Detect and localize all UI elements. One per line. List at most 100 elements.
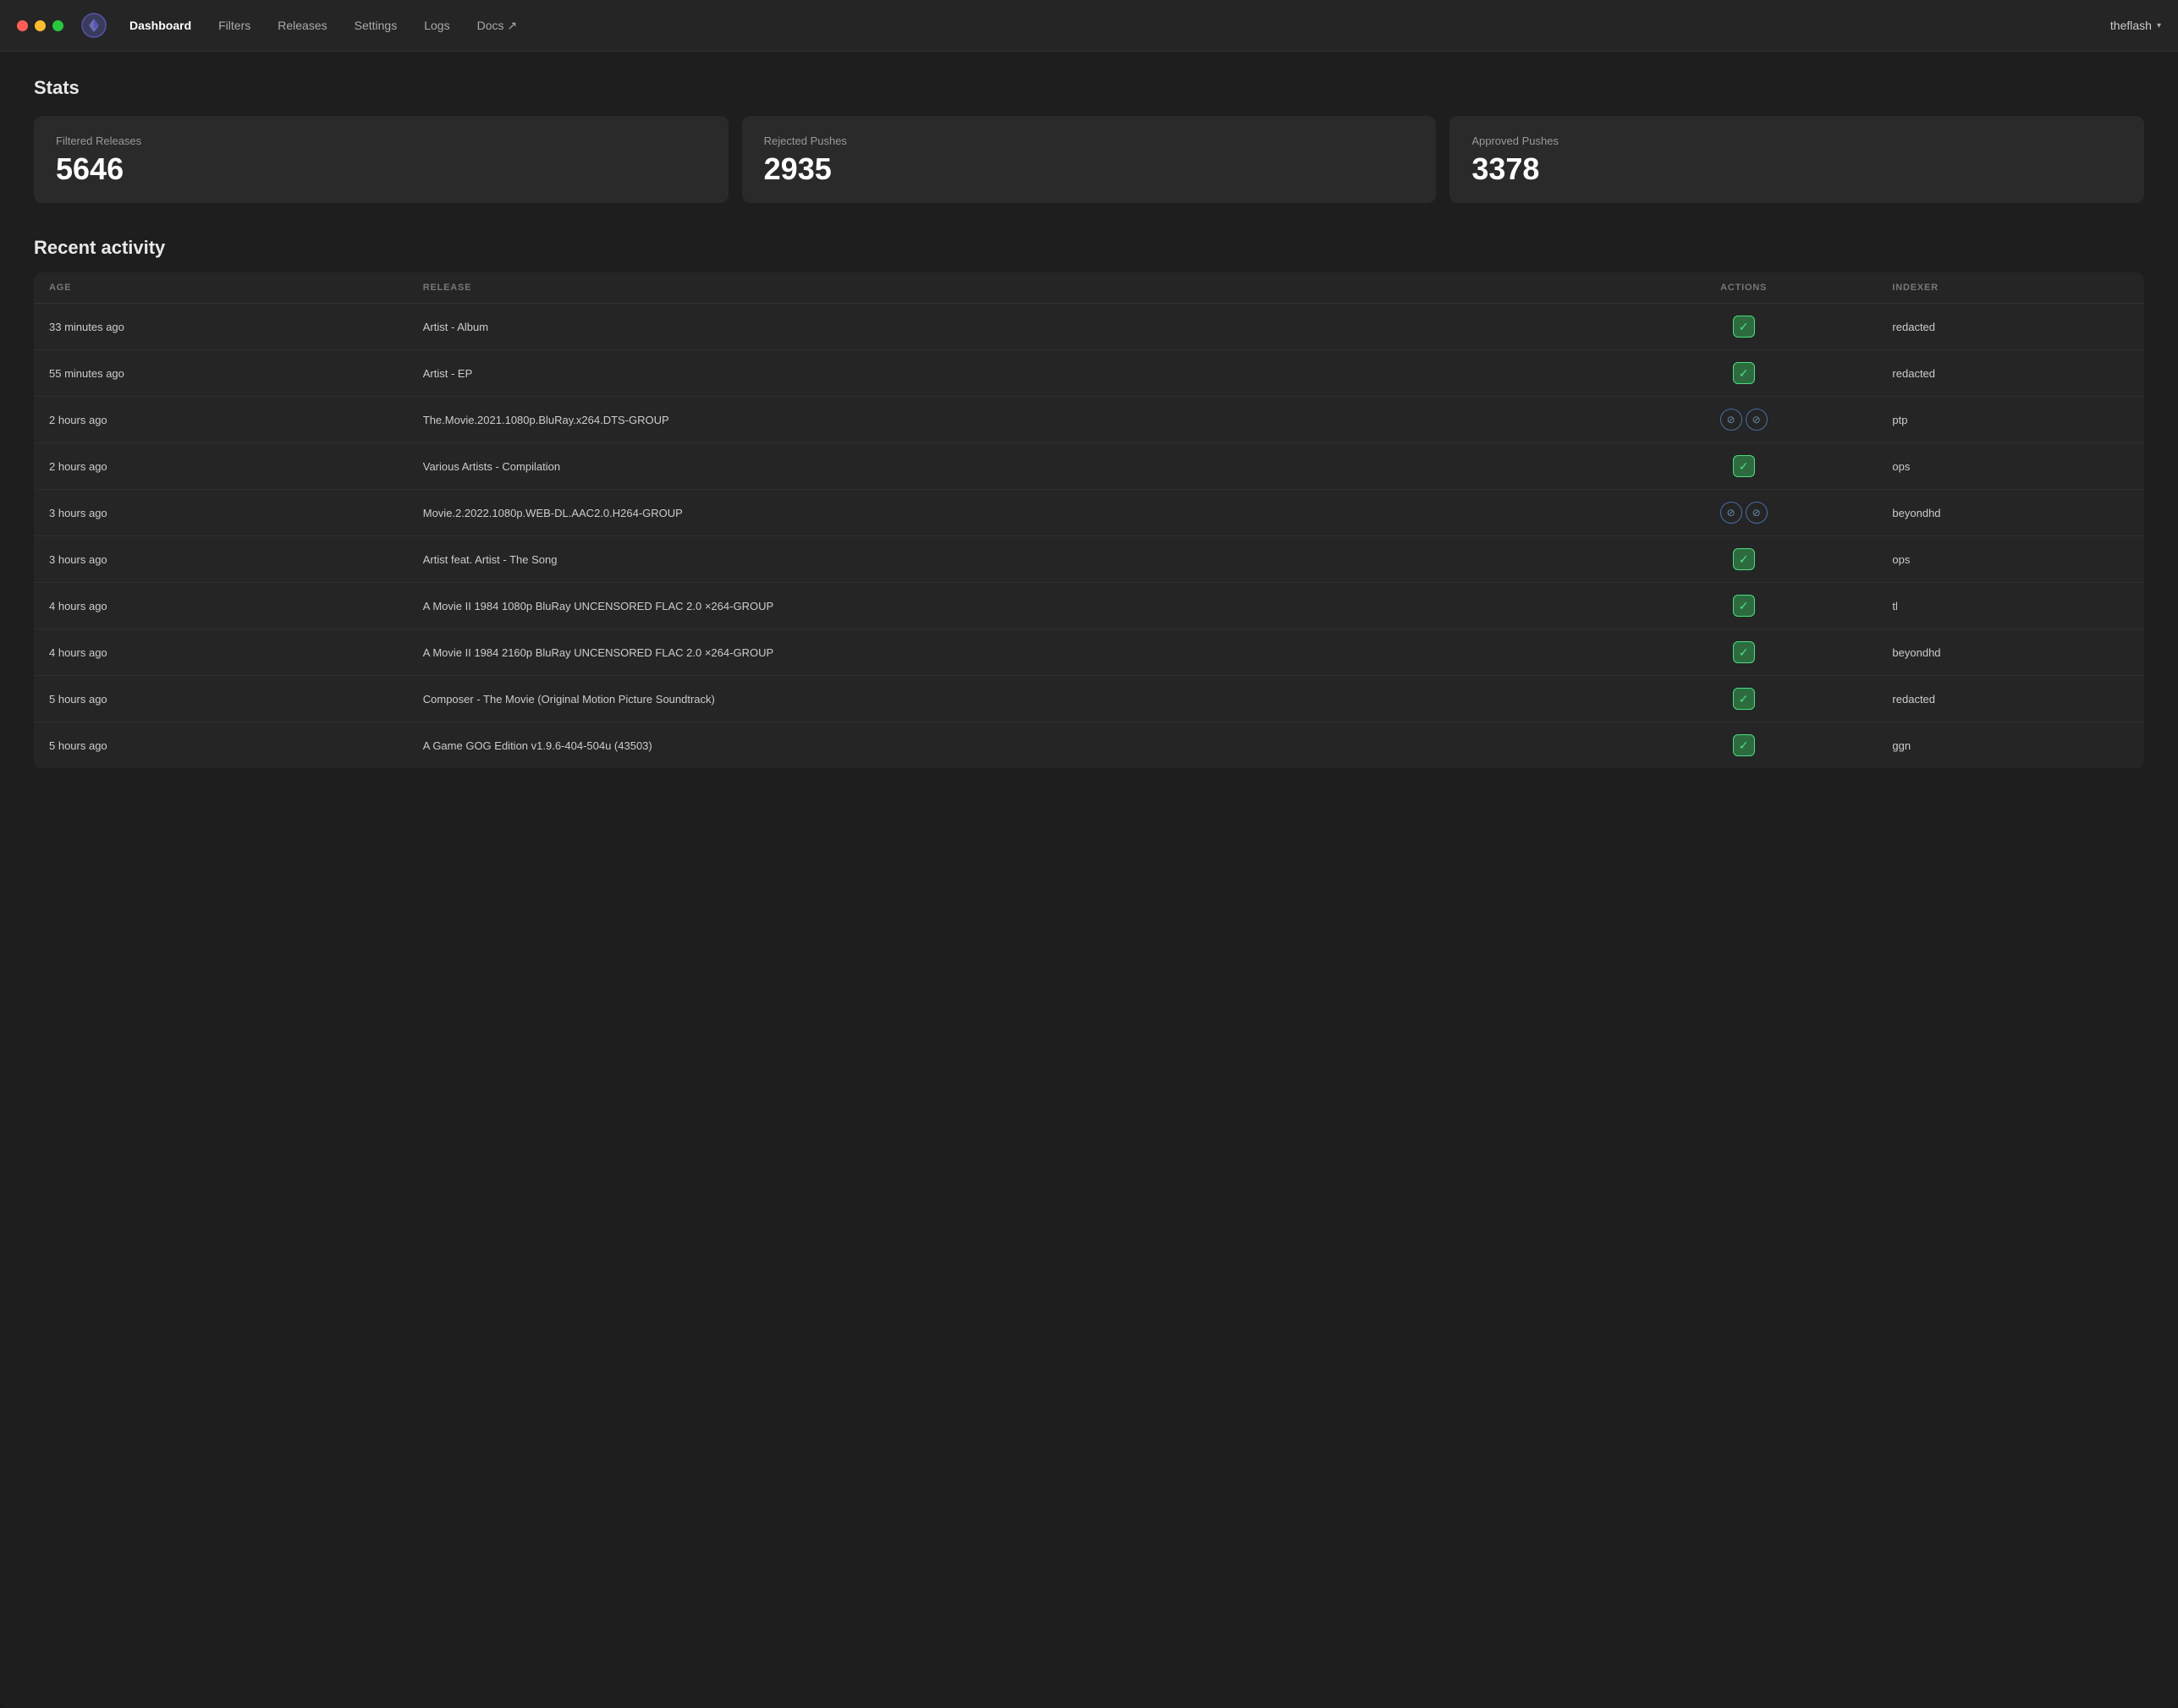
indexer-cell: ggn (1877, 722, 2144, 769)
close-button[interactable] (17, 20, 28, 31)
table-row: 5 hours agoComposer - The Movie (Origina… (34, 676, 2144, 722)
indexer-cell: beyondhd (1877, 490, 2144, 536)
stat-card-filtered: Filtered Releases 5646 (34, 116, 729, 203)
actions-cell: ✓ (1610, 443, 1878, 490)
release-cell: A Movie II 1984 1080p BluRay UNCENSORED … (408, 583, 1610, 629)
age-cell: 55 minutes ago (34, 350, 408, 397)
stat-label-approved: Approved Pushes (1471, 135, 2122, 147)
stats-title: Stats (34, 77, 2144, 99)
table-row: 2 hours agoVarious Artists - Compilation… (34, 443, 2144, 490)
indexer-cell: ptp (1877, 397, 2144, 443)
table-row: 33 minutes agoArtist - Album ✓ redacted (34, 304, 2144, 350)
activity-table-body: 33 minutes agoArtist - Album✓redacted55 … (34, 304, 2144, 769)
release-cell: A Game GOG Edition v1.9.6-404-504u (4350… (408, 722, 1610, 769)
col-release: RELEASE (408, 272, 1610, 304)
rejected-icon[interactable]: ⊘ (1746, 409, 1768, 431)
release-cell: Various Artists - Compilation (408, 443, 1610, 490)
release-cell: Artist feat. Artist - The Song (408, 536, 1610, 583)
col-age: AGE (34, 272, 408, 304)
nav-filters[interactable]: Filters (206, 14, 262, 37)
table-row: 4 hours agoA Movie II 1984 1080p BluRay … (34, 583, 2144, 629)
table-row: 4 hours agoA Movie II 1984 2160p BluRay … (34, 629, 2144, 676)
indexer-cell: ops (1877, 443, 2144, 490)
nav-docs[interactable]: Docs ↗ (465, 14, 530, 38)
age-cell: 4 hours ago (34, 583, 408, 629)
stat-value-rejected: 2935 (764, 154, 1415, 184)
approved-icon[interactable]: ✓ (1733, 734, 1755, 756)
age-cell: 3 hours ago (34, 536, 408, 583)
age-cell: 4 hours ago (34, 629, 408, 676)
activity-table: AGE RELEASE ACTIONS INDEXER 33 minutes a… (34, 272, 2144, 768)
table-row: 2 hours agoThe.Movie.2021.1080p.BluRay.x… (34, 397, 2144, 443)
chevron-down-icon: ▾ (2157, 21, 2161, 30)
release-cell: A Movie II 1984 2160p BluRay UNCENSORED … (408, 629, 1610, 676)
indexer-cell: redacted (1877, 350, 2144, 397)
stat-label-filtered: Filtered Releases (56, 135, 707, 147)
actions-cell: ✓ (1610, 722, 1878, 769)
table-row: 55 minutes agoArtist - EP ✓ redacted (34, 350, 2144, 397)
table-row: 3 hours agoArtist feat. Artist - The Son… (34, 536, 2144, 583)
age-cell: 2 hours ago (34, 397, 408, 443)
age-cell: 2 hours ago (34, 443, 408, 490)
window-controls (17, 20, 63, 31)
stat-value-filtered: 5646 (56, 154, 707, 184)
rejected-icon[interactable]: ⊘ (1746, 502, 1768, 524)
table-row: 3 hours agoMovie.2.2022.1080p.WEB-DL.AAC… (34, 490, 2144, 536)
titlebar: Dashboard Filters Releases Settings Logs… (0, 0, 2178, 52)
main-nav: Dashboard Filters Releases Settings Logs… (118, 14, 2110, 38)
col-actions: ACTIONS (1610, 272, 1878, 304)
actions-cell: ✓ (1610, 350, 1878, 397)
username-label: theflash (2110, 19, 2152, 32)
rejected-group: ⊘⊘ (1720, 502, 1768, 524)
age-cell: 5 hours ago (34, 722, 408, 769)
release-cell: Composer - The Movie (Original Motion Pi… (408, 676, 1610, 722)
approved-icon[interactable]: ✓ (1733, 316, 1755, 338)
stats-grid: Filtered Releases 5646 Rejected Pushes 2… (34, 116, 2144, 203)
indexer-cell: ops (1877, 536, 2144, 583)
rejected-icon[interactable]: ⊘ (1720, 502, 1742, 524)
release-cell: Movie.2.2022.1080p.WEB-DL.AAC2.0.H264-GR… (408, 490, 1610, 536)
age-cell: 5 hours ago (34, 676, 408, 722)
minimize-button[interactable] (35, 20, 46, 31)
nav-dashboard[interactable]: Dashboard (118, 14, 203, 37)
actions-cell: ✓ (1610, 304, 1878, 350)
indexer-cell: redacted (1877, 304, 2144, 350)
actions-cell: ✓ (1610, 629, 1878, 676)
actions-cell: ⊘⊘ (1610, 490, 1878, 536)
indexer-cell: redacted (1877, 676, 2144, 722)
table-header: AGE RELEASE ACTIONS INDEXER (34, 272, 2144, 304)
nav-logs[interactable]: Logs (412, 14, 461, 37)
release-cell: Artist - EP (408, 350, 1610, 397)
indexer-cell: beyondhd (1877, 629, 2144, 676)
release-cell: The.Movie.2021.1080p.BluRay.x264.DTS-GRO… (408, 397, 1610, 443)
stat-value-approved: 3378 (1471, 154, 2122, 184)
stat-card-approved: Approved Pushes 3378 (1449, 116, 2144, 203)
maximize-button[interactable] (52, 20, 63, 31)
age-cell: 3 hours ago (34, 490, 408, 536)
stat-card-rejected: Rejected Pushes 2935 (742, 116, 1437, 203)
indexer-cell: tl (1877, 583, 2144, 629)
table-row: 5 hours agoA Game GOG Edition v1.9.6-404… (34, 722, 2144, 769)
approved-icon[interactable]: ✓ (1733, 688, 1755, 710)
col-indexer: INDEXER (1877, 272, 2144, 304)
approved-icon[interactable]: ✓ (1733, 362, 1755, 384)
app-logo (80, 12, 107, 39)
rejected-group: ⊘⊘ (1720, 409, 1768, 431)
release-cell: Artist - Album (408, 304, 1610, 350)
app-window: Dashboard Filters Releases Settings Logs… (0, 0, 2178, 1708)
approved-icon[interactable]: ✓ (1733, 455, 1755, 477)
approved-icon[interactable]: ✓ (1733, 548, 1755, 570)
nav-releases[interactable]: Releases (266, 14, 338, 37)
age-cell: 33 minutes ago (34, 304, 408, 350)
user-menu[interactable]: theflash ▾ (2110, 19, 2161, 32)
approved-icon[interactable]: ✓ (1733, 641, 1755, 663)
actions-cell: ✓ (1610, 536, 1878, 583)
main-content: Stats Filtered Releases 5646 Rejected Pu… (0, 52, 2178, 1708)
stat-label-rejected: Rejected Pushes (764, 135, 1415, 147)
rejected-icon[interactable]: ⊘ (1720, 409, 1742, 431)
actions-cell: ✓ (1610, 676, 1878, 722)
activity-title: Recent activity (34, 237, 2144, 259)
nav-settings[interactable]: Settings (343, 14, 410, 37)
actions-cell: ✓ (1610, 583, 1878, 629)
approved-icon[interactable]: ✓ (1733, 595, 1755, 617)
